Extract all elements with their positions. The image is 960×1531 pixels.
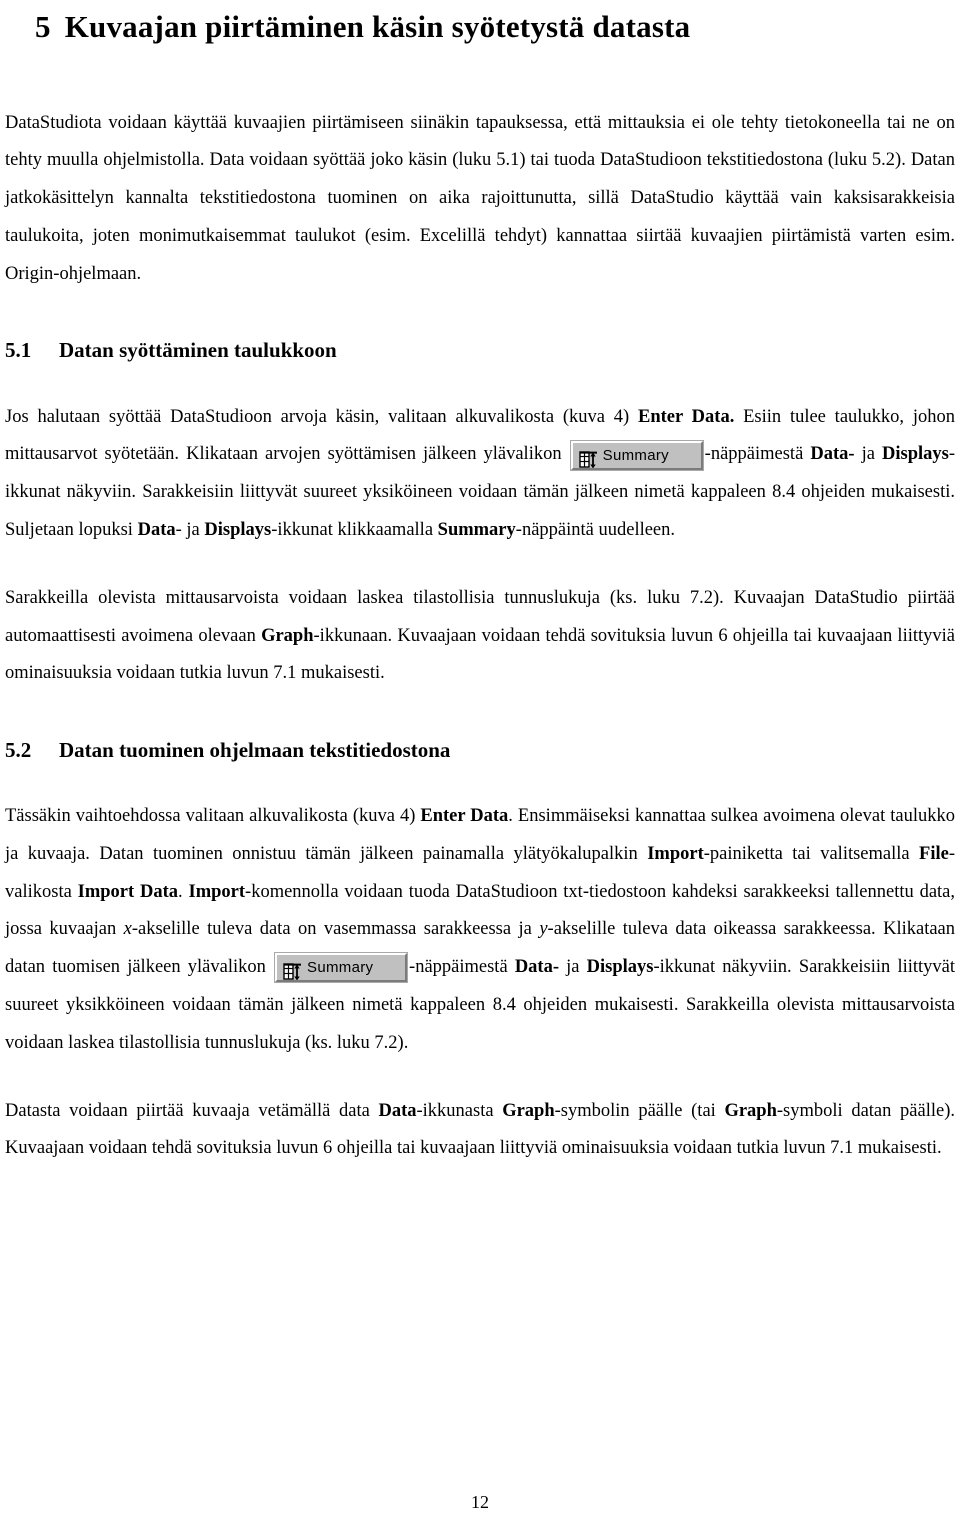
document-page: 5 Kuvaajan piirtäminen käsin syötetystä d… xyxy=(0,0,960,1531)
summary-button-label: Summary xyxy=(307,959,374,977)
section-number-5-1: 5.1 xyxy=(5,338,32,363)
table-resize-icon xyxy=(283,959,303,981)
intro-paragraph: DataStudiota voidaan käyttää kuvaajien p… xyxy=(5,105,955,294)
text-segment: -näppäimestä xyxy=(409,957,515,978)
text-segment: -näppäintä uudelleen. xyxy=(515,520,676,541)
bold-import-data: Import Data xyxy=(77,881,179,902)
bold-import-2: Import xyxy=(188,881,246,902)
bold-data: Data- xyxy=(810,444,855,465)
bold-enter-data: Enter Data. xyxy=(638,406,735,427)
text-segment: -symbolin päälle (tai xyxy=(554,1100,725,1121)
bold-displays: Displays xyxy=(882,444,949,465)
section-5-2-paragraph-2: Datasta voidaan piirtää kuvaaja vetämäll… xyxy=(5,1093,955,1168)
page-title-number: 5 xyxy=(35,9,51,44)
section-5-2-paragraph-1: Tässäkin vaihtoehdossa valitaan alkuvali… xyxy=(5,798,955,1062)
summary-button-image-2[interactable]: Summary xyxy=(273,949,409,987)
text-segment: -ikkunasta xyxy=(416,1100,503,1121)
text-segment: . xyxy=(178,881,189,902)
bold-graph-2: Graph xyxy=(502,1100,555,1121)
text-segment: - ja xyxy=(175,520,205,541)
page-title: 5 Kuvaajan piirtäminen käsin syötetystä d… xyxy=(5,0,955,47)
bold-data-3: Data- xyxy=(514,957,559,978)
bold-file: File xyxy=(919,844,949,865)
text-segment: ja xyxy=(854,444,882,465)
page-title-text: Kuvaajan piirtäminen käsin syötetystä da… xyxy=(64,9,691,44)
section-heading-5-1: 5.1 Datan syöttäminen taulukkoon xyxy=(5,337,955,364)
bold-graph: Graph xyxy=(261,625,314,646)
summary-button[interactable]: Summary xyxy=(275,953,408,983)
text-segment: -akselille tuleva data on vasemmassa sar… xyxy=(131,919,540,940)
table-resize-icon xyxy=(578,447,599,468)
section-number-5-2: 5.2 xyxy=(5,737,32,762)
summary-button-image-1[interactable]: Summary xyxy=(569,436,705,474)
section-title-5-1: Datan syöttäminen taulukkoon xyxy=(59,338,337,363)
text-segment: -ikkunat klikkaamalla xyxy=(271,520,438,541)
page-number: 12 xyxy=(471,1492,489,1512)
bold-graph-3: Graph xyxy=(724,1100,777,1121)
bold-import: Import xyxy=(647,844,704,865)
italic-y-axis: y xyxy=(539,919,548,940)
text-segment: Tässäkin vaihtoehdossa valitaan alkuvali… xyxy=(5,806,421,827)
section-heading-5-2: 5.2 Datan tuominen ohjelmaan tekstitiedos… xyxy=(5,737,955,764)
section-5-1-paragraph-2: Sarakkeilla olevista mittausarvoista voi… xyxy=(5,580,955,693)
bold-displays-2: Displays xyxy=(204,520,272,541)
bold-enter-data-2: Enter Data xyxy=(420,806,509,827)
bold-data-4: Data xyxy=(378,1100,417,1121)
bold-summary: Summary xyxy=(437,520,516,541)
text-segment: Jos halutaan syöttää DataStudioon arvoja… xyxy=(5,406,638,427)
section-title-5-2: Datan tuominen ohjelmaan tekstitiedoston… xyxy=(59,737,451,762)
intro-paragraph-text: DataStudiota voidaan käyttää kuvaajien p… xyxy=(5,112,955,284)
text-segment: -näppäimestä xyxy=(704,444,811,465)
text-segment: -painiketta tai valitsemalla xyxy=(703,844,920,865)
summary-button-label: Summary xyxy=(602,446,669,464)
section-5-1-paragraph-1: Jos halutaan syöttää DataStudioon arvoja… xyxy=(5,399,955,550)
bold-displays-3: Displays xyxy=(586,957,654,978)
summary-button[interactable]: Summary xyxy=(570,440,703,470)
italic-x-axis: x xyxy=(123,919,132,940)
text-segment: Datasta voidaan piirtää kuvaaja vetämäll… xyxy=(5,1100,379,1121)
text-segment: ja xyxy=(559,957,587,978)
bold-data-2: Data xyxy=(137,520,176,541)
